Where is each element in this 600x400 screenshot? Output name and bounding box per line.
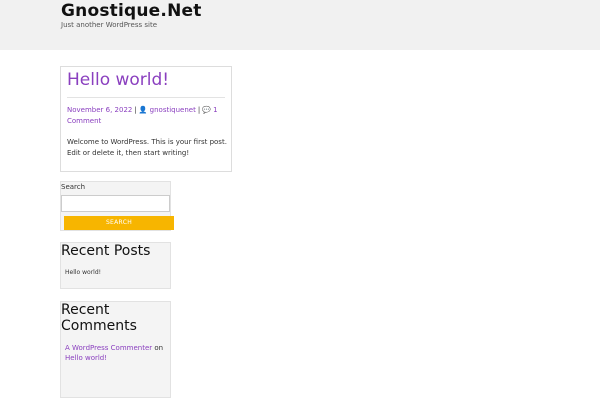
search-button[interactable]: SEARCH <box>64 216 174 230</box>
recent-post-link[interactable]: Hello world! <box>65 269 101 276</box>
comment-post-link[interactable]: Hello world! <box>65 354 107 362</box>
search-widget: Search SEARCH <box>60 181 174 231</box>
site-title[interactable]: Gnostique.Net <box>61 1 202 21</box>
post-author-link[interactable]: gnostiquenet <box>150 106 196 114</box>
post-date-link[interactable]: November 6, 2022 <box>67 106 132 114</box>
comment-on-text: on <box>154 344 164 352</box>
post-meta: November 6, 2022 | 👤 gnostiquenet | 💬 1 Comm… <box>67 105 227 127</box>
post-title[interactable]: Hello world! <box>67 70 169 90</box>
post-divider <box>67 97 225 98</box>
recent-posts-title: Recent Posts <box>61 243 151 259</box>
post-card: Hello world! November 6, 2022 | 👤 gnostiqu… <box>60 66 232 172</box>
search-input[interactable] <box>61 195 170 212</box>
user-icon: 👤 <box>138 106 148 114</box>
recent-comment-item: A WordPress Commenter on Hello world! <box>65 343 165 363</box>
recent-comments-title: Recent Comments <box>61 302 137 334</box>
comments-icon: 💬 <box>202 106 211 114</box>
commenter-link[interactable]: A WordPress Commenter <box>65 344 152 352</box>
search-label: Search <box>61 183 86 191</box>
site-header: Gnostique.Net Just another WordPress sit… <box>0 0 600 50</box>
post-excerpt: Welcome to WordPress. This is your first… <box>67 138 227 157</box>
recent-posts-widget: Recent Posts Hello world! <box>60 242 171 289</box>
site-tagline: Just another WordPress site <box>61 21 158 29</box>
recent-comments-widget: Recent Comments A WordPress Commenter on… <box>60 301 171 398</box>
